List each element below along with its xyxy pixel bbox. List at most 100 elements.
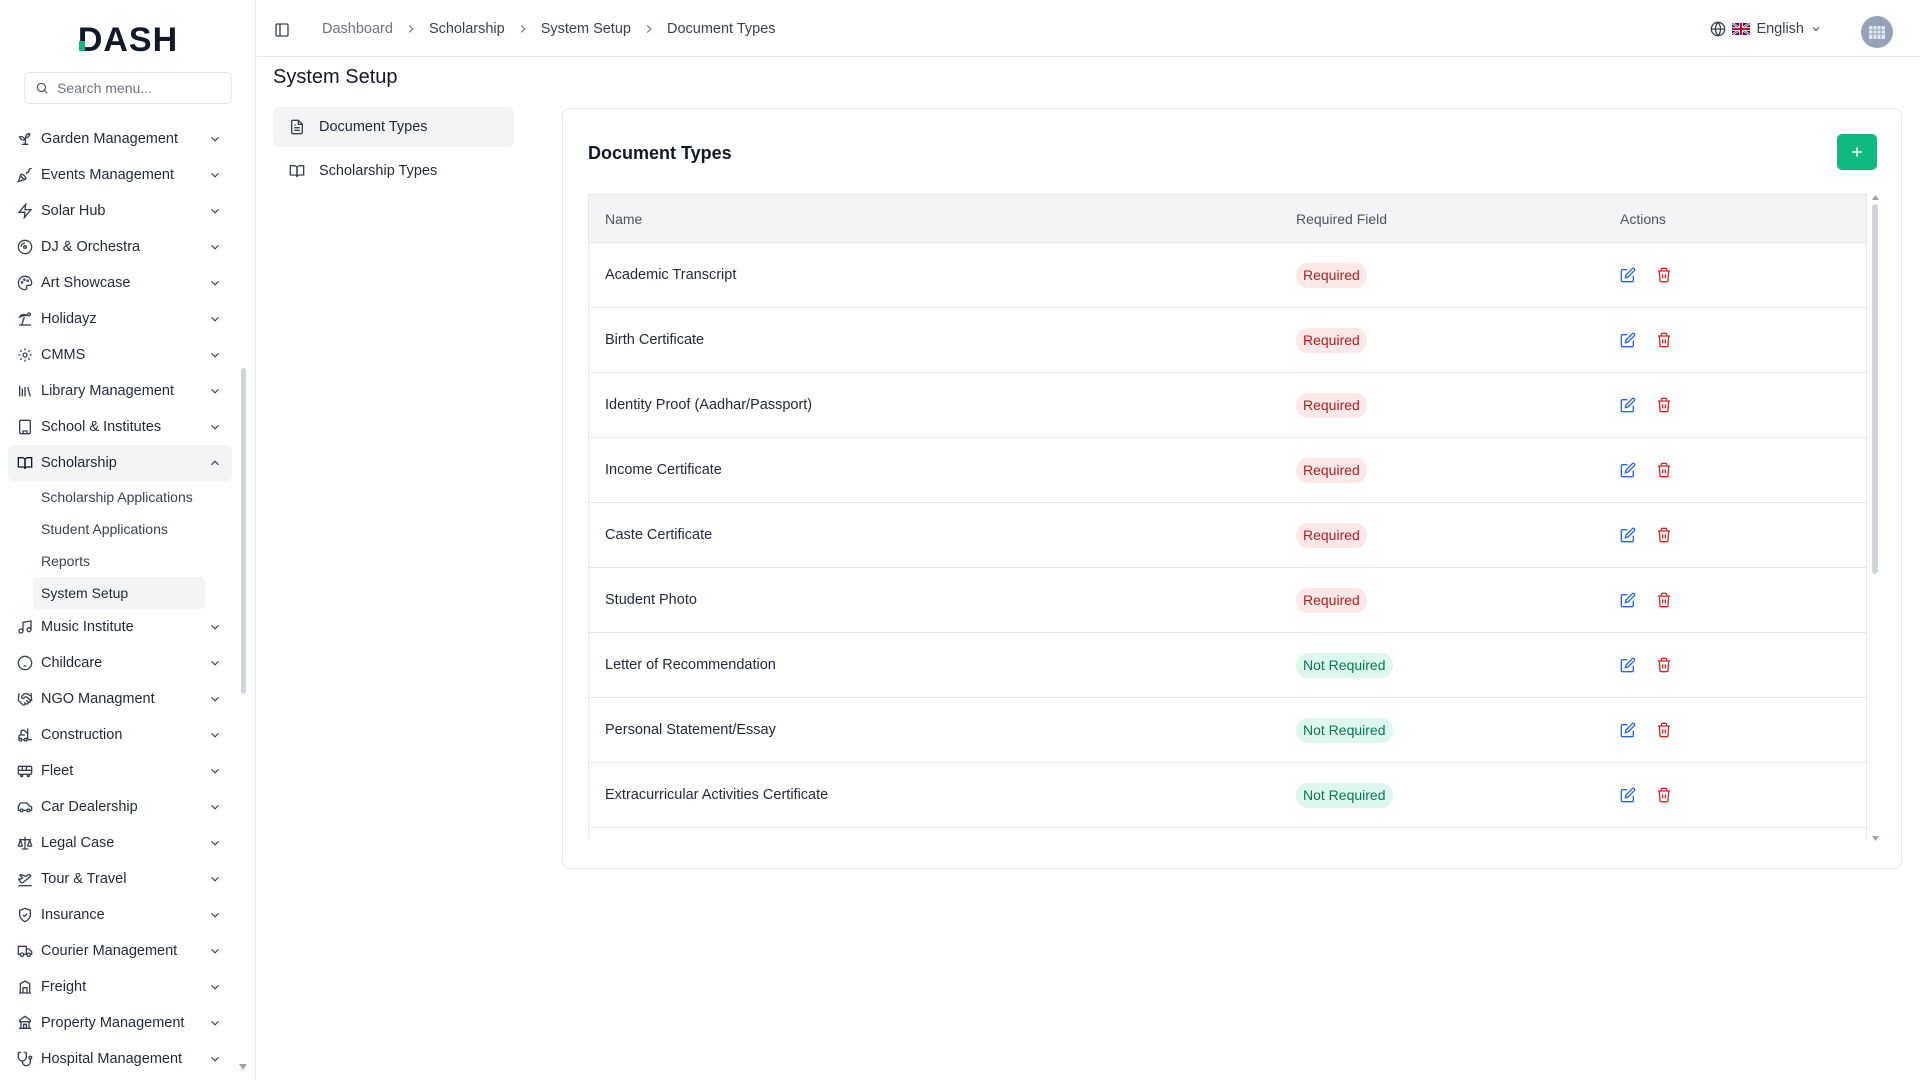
top-header: Dashboard Scholarship System Setup Docum… bbox=[257, 0, 1920, 57]
sidebar-item-scholarship[interactable]: Scholarship bbox=[8, 445, 232, 481]
palette-icon bbox=[17, 275, 33, 291]
sidebar-item-label: Garden Management bbox=[41, 131, 179, 147]
sidebar-item-label: Scholarship bbox=[41, 455, 117, 471]
add-document-type-button[interactable] bbox=[1837, 134, 1877, 170]
sidebar-item-cmms[interactable]: CMMS bbox=[8, 337, 232, 373]
table-row: Identity Proof (Aadhar/Passport) Require… bbox=[589, 373, 1866, 438]
sidebar-toggle-icon[interactable] bbox=[274, 22, 290, 38]
setup-subnav: Document Types Scholarship Types bbox=[273, 107, 514, 195]
sidebar-item-legal-case[interactable]: Legal Case bbox=[8, 825, 232, 861]
trash-icon[interactable] bbox=[1656, 397, 1672, 413]
sidebar-item-school-institutes[interactable]: School & Institutes bbox=[8, 409, 232, 445]
table-scroll-up-icon[interactable] bbox=[1872, 195, 1879, 200]
sidebar-item-events-management[interactable]: Events Management bbox=[8, 157, 232, 193]
chevron-down-icon bbox=[211, 388, 219, 394]
sidebar-item-solar-hub[interactable]: Solar Hub bbox=[8, 193, 232, 229]
edit-icon[interactable] bbox=[1620, 267, 1636, 283]
sidebar-item-dj-orchestra[interactable]: DJ & Orchestra bbox=[8, 229, 232, 265]
submenu-item-student-applications[interactable]: Student Applications bbox=[33, 513, 205, 545]
trash-icon[interactable] bbox=[1656, 592, 1672, 608]
chevron-down-icon bbox=[211, 948, 219, 954]
sidebar-item-courier-management[interactable]: Courier Management bbox=[8, 933, 232, 969]
edit-icon[interactable] bbox=[1620, 397, 1636, 413]
edit-icon[interactable] bbox=[1620, 722, 1636, 738]
chevron-down-icon bbox=[211, 660, 219, 666]
sidebar-item-label: Property Management bbox=[41, 1015, 185, 1031]
sidebar-item-library-management[interactable]: Library Management bbox=[8, 373, 232, 409]
search-box[interactable] bbox=[24, 72, 232, 104]
chevron-down-icon bbox=[211, 316, 219, 322]
submenu-item-scholarship-applications[interactable]: Scholarship Applications bbox=[33, 481, 205, 513]
actions-cell bbox=[1620, 267, 1866, 283]
submenu-item-reports[interactable]: Reports bbox=[33, 545, 205, 577]
trash-icon[interactable] bbox=[1656, 722, 1672, 738]
sidebar-item-property-management[interactable]: Property Management bbox=[8, 1005, 232, 1041]
table-scroll-down-icon[interactable] bbox=[1872, 836, 1879, 841]
search-input[interactable] bbox=[57, 80, 217, 96]
party-popper-icon bbox=[17, 167, 32, 183]
sidebar-item-tour-travel[interactable]: Tour & Travel bbox=[8, 861, 232, 897]
required-cell: Required bbox=[1296, 262, 1620, 288]
scroll-down-arrow-icon[interactable] bbox=[239, 1064, 247, 1070]
sidebar-item-music-institute[interactable]: Music Institute bbox=[8, 609, 232, 645]
required-cell: Required bbox=[1296, 522, 1620, 548]
sidebar-item-ngo-managment[interactable]: NGO Managment bbox=[8, 681, 232, 717]
trash-icon[interactable] bbox=[1656, 787, 1672, 803]
actions-cell bbox=[1620, 462, 1866, 478]
table-row: Letter of Recommendation Not Required bbox=[589, 633, 1866, 698]
edit-icon[interactable] bbox=[1620, 787, 1636, 803]
sidebar-item-label: NGO Managment bbox=[41, 691, 155, 707]
sidebar-item-label: Tour & Travel bbox=[41, 871, 127, 887]
edit-icon[interactable] bbox=[1620, 527, 1636, 543]
sidebar-item-label: School & Institutes bbox=[41, 419, 162, 435]
app-logo[interactable]: DASH bbox=[0, 18, 256, 62]
edit-icon[interactable] bbox=[1620, 332, 1636, 348]
sidebar-item-label: Car Dealership bbox=[41, 799, 138, 815]
subnav-item-document-types[interactable]: Document Types bbox=[273, 107, 514, 147]
table-scrollbar[interactable] bbox=[1872, 204, 1878, 574]
column-header-name[interactable]: Name bbox=[589, 211, 1296, 227]
table-row: Student Photo Required bbox=[589, 568, 1866, 633]
breadcrumb-scholarship[interactable]: Scholarship bbox=[429, 21, 505, 37]
sidebar-item-art-showcase[interactable]: Art Showcase bbox=[8, 265, 232, 301]
user-avatar[interactable] bbox=[1861, 16, 1893, 48]
trash-icon[interactable] bbox=[1656, 332, 1672, 348]
sidebar-item-garden-management[interactable]: Garden Management bbox=[8, 121, 232, 157]
submenu-item-system-setup[interactable]: System Setup bbox=[33, 577, 205, 609]
trash-icon[interactable] bbox=[1656, 527, 1672, 543]
breadcrumb-dashboard[interactable]: Dashboard bbox=[322, 21, 393, 37]
building-icon bbox=[19, 419, 31, 435]
subnav-label: Scholarship Types bbox=[319, 163, 438, 179]
actions-cell bbox=[1620, 722, 1866, 738]
sidebar-item-label: CMMS bbox=[41, 347, 86, 363]
column-header-required[interactable]: Required Field bbox=[1296, 211, 1620, 227]
trash-icon[interactable] bbox=[1656, 267, 1672, 283]
edit-icon[interactable] bbox=[1620, 462, 1636, 478]
edit-icon[interactable] bbox=[1620, 592, 1636, 608]
column-header-actions: Actions bbox=[1620, 210, 1666, 227]
avatar-icon bbox=[1861, 16, 1893, 48]
required-cell: Required bbox=[1296, 327, 1620, 353]
sidebar-scrollbar[interactable] bbox=[241, 368, 246, 694]
table-row: Income Certificate Required bbox=[589, 438, 1866, 503]
sidebar-item-insurance[interactable]: Insurance bbox=[8, 897, 232, 933]
sidebar-item-fleet[interactable]: Fleet bbox=[8, 753, 232, 789]
trash-icon[interactable] bbox=[1656, 657, 1672, 673]
sidebar-item-childcare[interactable]: Childcare bbox=[8, 645, 232, 681]
sidebar-item-freight[interactable]: Freight bbox=[8, 969, 232, 1005]
language-selector[interactable]: English bbox=[1710, 0, 1822, 57]
table-body: Academic Transcript Required Birth Certi… bbox=[589, 243, 1866, 828]
document-name: Academic Transcript bbox=[605, 267, 737, 283]
trash-icon[interactable] bbox=[1656, 462, 1672, 478]
document-name: Income Certificate bbox=[605, 462, 722, 478]
sidebar-item-car-dealership[interactable]: Car Dealership bbox=[8, 789, 232, 825]
subnav-item-scholarship-types[interactable]: Scholarship Types bbox=[273, 151, 514, 191]
container-icon bbox=[19, 980, 31, 994]
breadcrumb-system-setup[interactable]: System Setup bbox=[541, 21, 631, 37]
edit-icon[interactable] bbox=[1620, 657, 1636, 673]
sidebar-item-construction[interactable]: Construction bbox=[8, 717, 232, 753]
scale-icon bbox=[17, 837, 33, 850]
sidebar-item-hospital-management[interactable]: Hospital Management bbox=[8, 1041, 232, 1073]
sidebar-item-label: Insurance bbox=[41, 907, 105, 923]
sidebar-item-holidayz[interactable]: Holidayz bbox=[8, 301, 232, 337]
